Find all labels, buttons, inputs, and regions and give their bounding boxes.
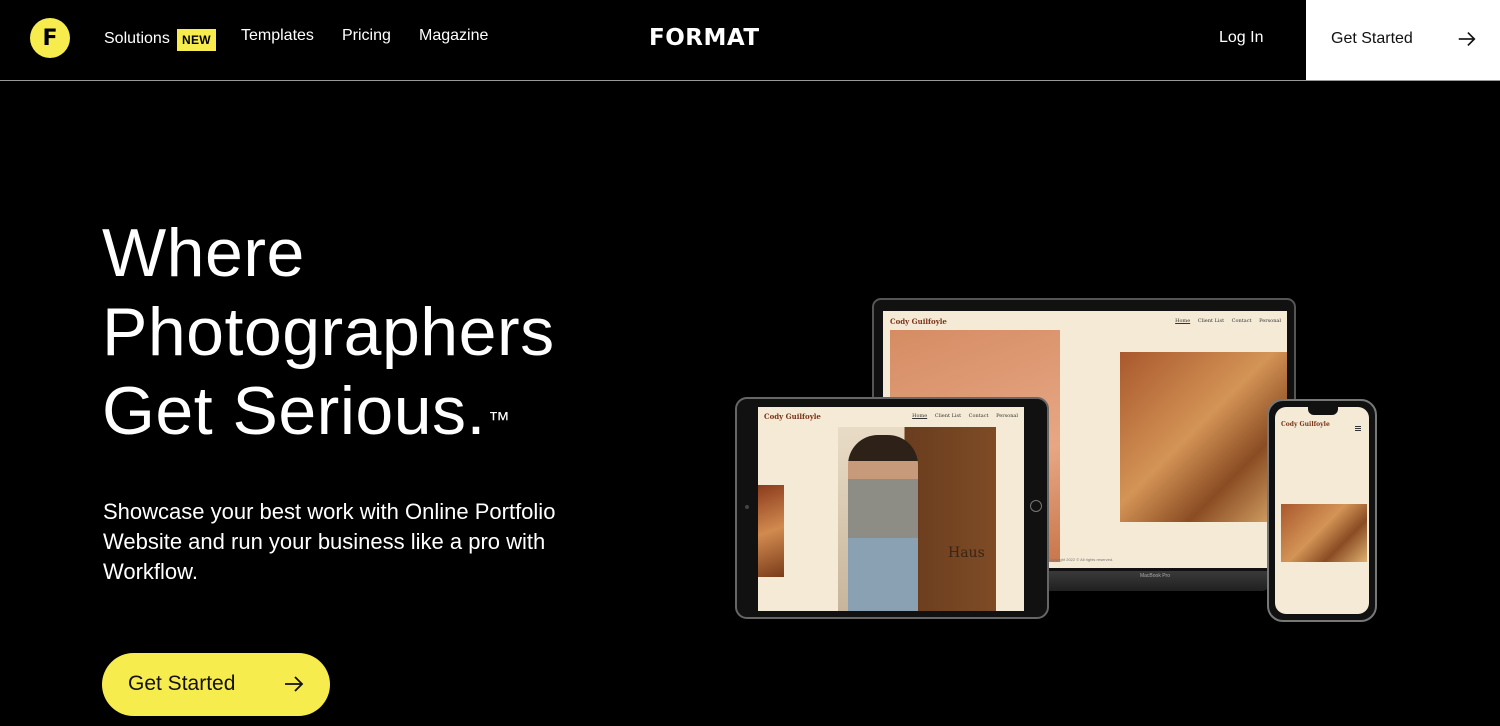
site-nav-contact: Contact xyxy=(1231,318,1252,324)
nav-solutions[interactable]: Solutions xyxy=(104,30,170,48)
nav-templates[interactable]: Templates xyxy=(241,27,314,45)
hero-title-line-3: Get Serious.™ xyxy=(102,372,555,451)
tablet-photo-strip xyxy=(758,485,784,577)
laptop-model-label: MacBook Pro xyxy=(1139,573,1170,579)
tablet-home-button xyxy=(1030,500,1042,512)
laptop-base: MacBook Pro xyxy=(1040,571,1270,591)
hero-title-line-2: Photographers xyxy=(102,294,555,370)
tablet-photo-sign: Haus xyxy=(948,545,985,561)
laptop-display: Cody Guilfoyle Home Client List Contact … xyxy=(883,311,1287,568)
hero-get-started-label: Get Started xyxy=(128,672,236,695)
site-nav-home: Home xyxy=(1175,318,1191,324)
nav-magazine[interactable]: Magazine xyxy=(419,27,488,45)
trademark-symbol: ™ xyxy=(487,407,511,432)
laptop-site-footer: Copyright 2022 © All rights reserved. xyxy=(1048,557,1114,562)
arrow-right-icon xyxy=(285,676,304,692)
site-nav-client-list: Client List xyxy=(934,413,962,419)
tablet-photo-woman: Haus xyxy=(838,427,996,611)
site-nav-client-list: Client List xyxy=(1197,318,1225,324)
hero-title: Where Photographers Get Serious.™ xyxy=(102,214,555,451)
format-logo[interactable]: F xyxy=(30,18,70,58)
hero-subtitle: Showcase your best work with Online Port… xyxy=(103,499,556,584)
hero-title-line-1: Where xyxy=(102,215,305,291)
login-link[interactable]: Log In xyxy=(1219,29,1263,47)
site-nav-home: Home xyxy=(912,413,928,419)
hero-get-started-button[interactable]: Get Started xyxy=(102,653,330,716)
tablet-mockup: Cody Guilfoyle Home Client List Contact … xyxy=(735,397,1049,619)
phone-site-name: Cody Guilfoyle xyxy=(1281,421,1330,428)
phone-display: Cody Guilfoyle xyxy=(1275,407,1369,614)
hero-title-line-3-text: Get Serious. xyxy=(102,373,486,449)
site-nav-contact: Contact xyxy=(968,413,989,419)
tablet-camera xyxy=(745,505,749,509)
arrow-right-icon xyxy=(1458,31,1476,47)
hamburger-menu-icon xyxy=(1355,426,1361,431)
nav-pricing[interactable]: Pricing xyxy=(342,27,391,45)
laptop-photo-glasses xyxy=(1120,352,1287,522)
site-nav-personal: Personal xyxy=(1259,318,1281,324)
new-badge: NEW xyxy=(177,29,216,51)
nav-get-started-button[interactable]: Get Started xyxy=(1306,0,1500,80)
phone-mockup: Cody Guilfoyle xyxy=(1267,399,1377,622)
phone-photo-glasses xyxy=(1281,504,1367,562)
laptop-site-name: Cody Guilfoyle xyxy=(890,317,947,326)
tablet-display: Cody Guilfoyle Home Client List Contact … xyxy=(758,407,1024,611)
site-nav-personal: Personal xyxy=(996,413,1018,419)
laptop-mockup: Cody Guilfoyle Home Client List Contact … xyxy=(872,298,1296,578)
phone-notch xyxy=(1308,407,1338,415)
tablet-site-nav: Home Client List Contact Personal xyxy=(906,413,1018,419)
nav-get-started-label: Get Started xyxy=(1331,30,1413,47)
woman-figure xyxy=(848,435,918,611)
laptop-site-nav: Home Client List Contact Personal xyxy=(1169,318,1281,324)
top-navigation: F Solutions NEW Templates Pricing Magazi… xyxy=(0,0,1500,81)
brand-wordmark[interactable]: FORMAT xyxy=(649,25,760,51)
laptop-photo-clock xyxy=(890,330,1060,562)
tablet-site-name: Cody Guilfoyle xyxy=(764,412,821,421)
